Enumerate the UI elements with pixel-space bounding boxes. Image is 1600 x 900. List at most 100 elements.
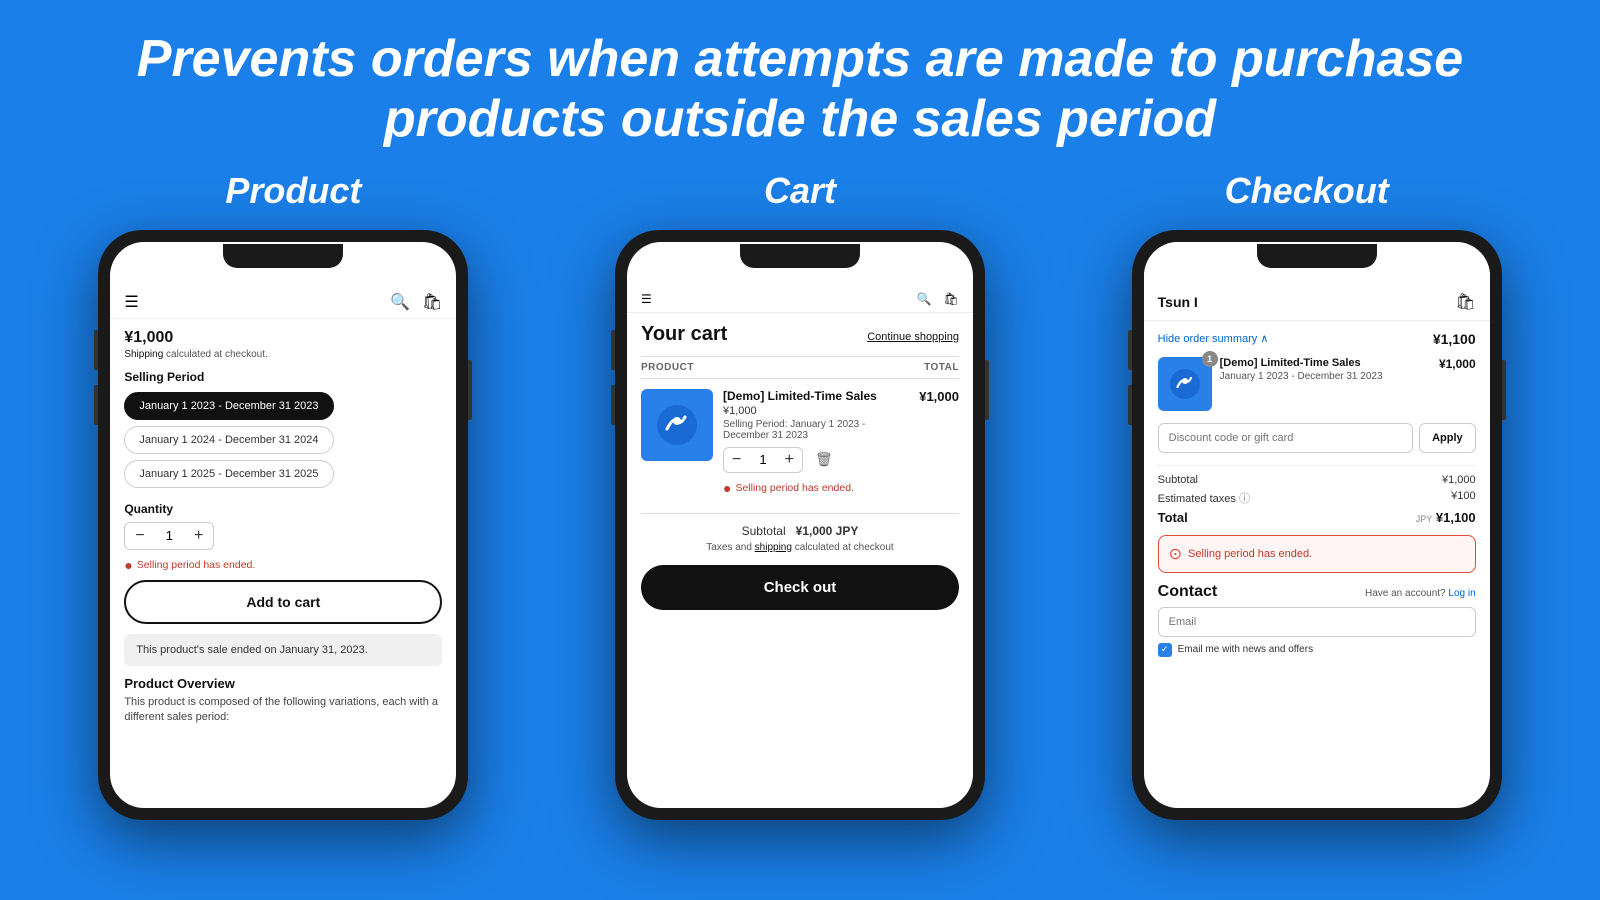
cart-qty-row: − 1 + 🗑: [723, 447, 899, 473]
product-content: ¥1,000 Shipping calculated at checkout. …: [110, 319, 456, 736]
cart-error-msg: ● Selling period has ended.: [723, 480, 899, 496]
product-phone: ☰ 🔍 🛍 ¥1,000 Shipping calculated at chec…: [98, 230, 468, 820]
section-labels: Product Cart Checkout: [40, 170, 1560, 212]
cart-tax-note: Taxes and shipping calculated at checkou…: [641, 542, 959, 553]
phone-notch-product: [223, 244, 343, 268]
checkout-badge: 1: [1202, 351, 1218, 367]
checkout-bag-icon[interactable]: 🛍: [1455, 292, 1475, 312]
shipping-text: calculated at checkout.: [166, 349, 268, 360]
discount-code-input[interactable]: [1158, 423, 1413, 453]
cart-item-row: [Demo] Limited-Time Sales ¥1,000 Selling…: [641, 389, 959, 503]
cart-shipping-link[interactable]: shipping: [755, 542, 792, 553]
period-option-1[interactable]: January 1 2023 - December 31 2023: [124, 392, 333, 420]
product-error-text: Selling period has ended.: [137, 559, 256, 571]
cart-item-details: [Demo] Limited-Time Sales ¥1,000 Selling…: [723, 389, 899, 503]
taxes-info-icon[interactable]: ⓘ: [1239, 493, 1250, 505]
period-option-2[interactable]: January 1 2024 - December 31 2024: [124, 426, 333, 454]
total-amount: ¥1,100: [1436, 510, 1476, 525]
product-header-icons: 🔍 🛍: [390, 292, 442, 312]
power-btn-product: [468, 360, 472, 420]
headline-line1: Prevents orders when attempts are made t…: [137, 30, 1463, 88]
divider-1: [1158, 465, 1476, 466]
cart-subtotal-label: Subtotal: [742, 524, 786, 538]
checkout-vol-down-btn: [1128, 385, 1132, 425]
col-product-label: PRODUCT: [641, 362, 694, 373]
product-logo-icon: [653, 401, 701, 449]
subtotal-label: Subtotal: [1158, 474, 1198, 486]
period-option-3[interactable]: January 1 2025 - December 31 2025: [124, 460, 333, 488]
cart-qty-control: − 1 +: [723, 447, 803, 473]
sale-ended-box: This product's sale ended on January 31,…: [124, 634, 442, 666]
hamburger-icon[interactable]: ☰: [124, 292, 138, 312]
quantity-control: − 1 +: [124, 522, 214, 550]
contact-section: Contact Have an account? Log in ✓ Email …: [1158, 583, 1476, 657]
checkout-item-info: [Demo] Limited-Time Sales January 1 2023…: [1220, 357, 1418, 382]
checkout-product-logo-icon: [1167, 366, 1203, 402]
cart-item-period: Selling Period: January 1 2023 - Decembe…: [723, 419, 899, 441]
cart-item-price: ¥1,000: [723, 405, 899, 417]
power-btn-checkout: [1502, 360, 1506, 420]
cart-qty-decrease-btn[interactable]: −: [730, 451, 743, 469]
subtotal-amount: ¥1,000: [1442, 474, 1476, 486]
cart-icon[interactable]: 🛍: [422, 292, 442, 312]
cart-bag-icon[interactable]: 🛍: [944, 292, 959, 306]
cart-vol-down-btn: [611, 385, 615, 425]
search-icon[interactable]: 🔍: [390, 292, 410, 312]
headline: Prevents orders when attempts are made t…: [137, 30, 1463, 150]
cart-vol-up-btn: [611, 330, 615, 370]
headline-line2: products outside the sales period: [384, 90, 1216, 148]
product-price: ¥1,000: [124, 329, 442, 347]
checkout-phone: Tsun I 🛍 Hide order summary ∧ ¥1,100: [1132, 230, 1502, 820]
log-in-link[interactable]: Log in: [1448, 588, 1475, 599]
contact-login: Have an account? Log in: [1365, 588, 1476, 599]
cart-qty-increase-btn[interactable]: +: [783, 451, 796, 469]
quantity-value: 1: [166, 528, 173, 543]
checkout-item-name: [Demo] Limited-Time Sales: [1220, 357, 1418, 369]
quantity-decrease-btn[interactable]: −: [133, 527, 146, 545]
order-summary-total: ¥1,100: [1433, 331, 1476, 347]
checkout-item-image: 1: [1158, 357, 1212, 411]
checkout-label: Checkout: [1053, 170, 1560, 212]
checkout-button[interactable]: Check out: [641, 565, 959, 610]
selling-period-label: Selling Period: [124, 370, 442, 384]
cart-item-total: ¥1,000: [909, 389, 959, 503]
phones-row: ☰ 🔍 🛍 ¥1,000 Shipping calculated at chec…: [40, 230, 1560, 880]
cart-search-icon[interactable]: 🔍: [917, 292, 932, 306]
power-btn-cart: [985, 360, 989, 420]
main-container: Prevents orders when attempts are made t…: [0, 0, 1600, 900]
product-shipping: Shipping calculated at checkout.: [124, 349, 442, 360]
have-account-text: Have an account?: [1365, 588, 1446, 599]
shipping-link[interactable]: Shipping: [124, 349, 163, 360]
checkout-error-box: ⊙ Selling period has ended.: [1158, 535, 1476, 573]
hide-order-summary-link[interactable]: Hide order summary ∧: [1158, 332, 1269, 345]
discount-apply-button[interactable]: Apply: [1419, 423, 1476, 453]
product-overview-title: Product Overview: [124, 676, 442, 691]
quantity-increase-btn[interactable]: +: [192, 527, 205, 545]
cart-subtotal-amount: ¥1,000 JPY: [796, 524, 859, 538]
newsletter-checkbox[interactable]: ✓: [1158, 643, 1172, 657]
taxes-amount: ¥100: [1451, 490, 1475, 506]
total-currency: JPY: [1416, 514, 1433, 524]
cart-hamburger-icon[interactable]: ☰: [641, 292, 652, 306]
quantity-label: Quantity: [124, 502, 442, 516]
checkout-error-circle-icon: ⊙: [1169, 544, 1182, 564]
cart-delete-icon[interactable]: 🗑: [815, 451, 833, 468]
email-input[interactable]: [1158, 607, 1476, 637]
add-to-cart-button[interactable]: Add to cart: [124, 580, 442, 624]
order-summary-toggle: Hide order summary ∧ ¥1,100: [1158, 331, 1476, 347]
checkout-error-text: Selling period has ended.: [1188, 548, 1312, 560]
checkout-content: Hide order summary ∧ ¥1,100: [1144, 321, 1490, 667]
total-label: Total: [1158, 510, 1188, 525]
cart-label: Cart: [547, 170, 1054, 212]
vol-down-btn: [94, 385, 98, 425]
contact-title: Contact: [1158, 583, 1218, 601]
cart-phone: ☰ 🔍 🛍 Your cart Continue shopping PRODUC…: [615, 230, 985, 820]
newsletter-label: Email me with news and offers: [1178, 644, 1313, 655]
vol-up-btn: [94, 330, 98, 370]
cart-error-text: Selling period has ended.: [735, 482, 854, 494]
checkout-vol-up-btn: [1128, 330, 1132, 370]
cart-title-row: Your cart Continue shopping: [641, 323, 959, 346]
taxes-row: Estimated taxes ⓘ ¥100: [1158, 490, 1476, 506]
continue-shopping-link[interactable]: Continue shopping: [867, 331, 959, 343]
discount-row: Apply: [1158, 423, 1476, 453]
